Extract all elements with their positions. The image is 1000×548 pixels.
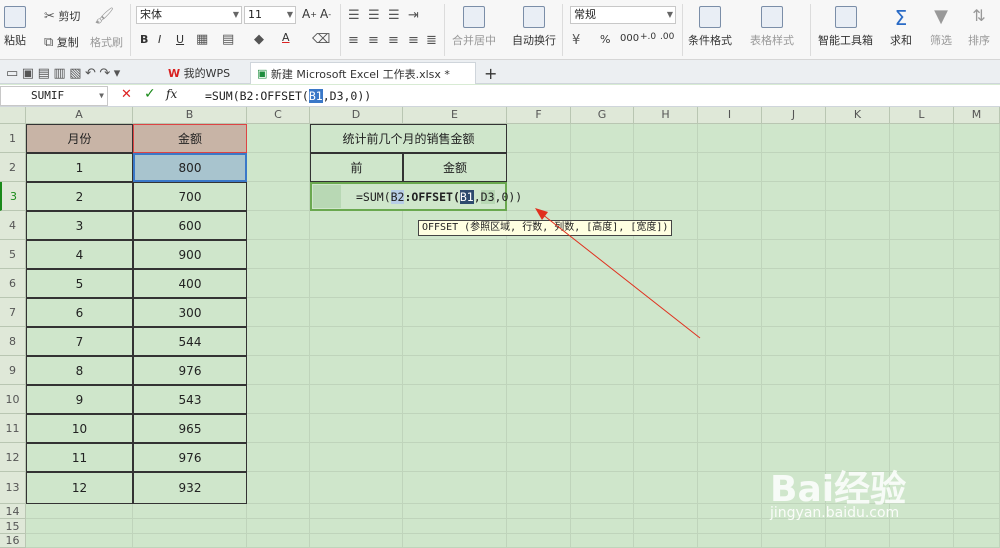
arrow-line [541,213,701,339]
arrow-head [535,208,548,220]
baidu-watermark-url: jingyan.baidu.com [770,505,900,521]
